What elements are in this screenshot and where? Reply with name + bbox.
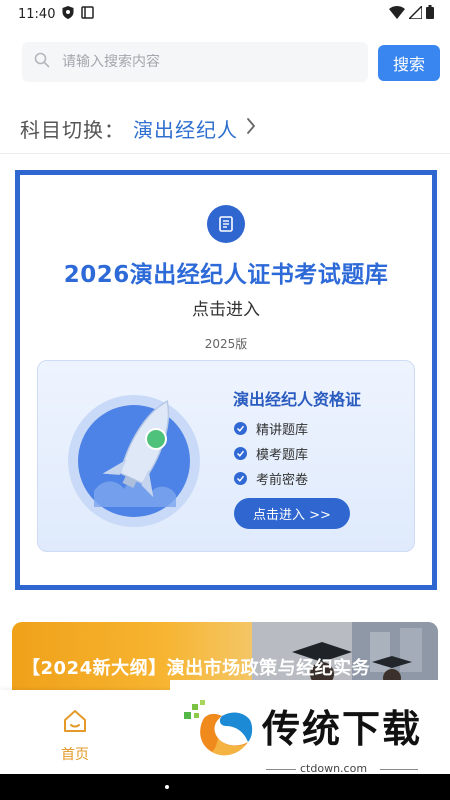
course-title: 【2024新大纲】演出市场政策与经纪实务 (22, 658, 371, 679)
enter-button[interactable]: 点击进入 >> (234, 498, 350, 529)
card-feature-item: 模考题库 (234, 441, 308, 466)
search-input[interactable] (62, 54, 322, 70)
watermark-brand: 传统下载 (262, 707, 423, 751)
question-bank-banner[interactable]: 2026演出经纪人证书考试题库 点击进入 2025版 演出经纪人资格证 精讲题库 (15, 170, 437, 590)
document-icon (207, 205, 245, 243)
tab-home-label: 首页 (61, 747, 89, 763)
shield-icon (62, 5, 74, 23)
search-icon (34, 52, 50, 72)
card-feature-list: 精讲题库 模考题库 考前密卷 (234, 416, 308, 491)
banner-title: 2026演出经纪人证书考试题库 (63, 262, 389, 288)
square-icon (81, 5, 95, 23)
wifi-icon (389, 5, 405, 23)
search-box[interactable] (22, 42, 368, 82)
search-bar: 搜索 (22, 42, 440, 82)
chevron-right-icon[interactable] (246, 116, 256, 140)
card-feature-label: 模考题库 (256, 448, 309, 463)
check-icon (234, 472, 247, 485)
status-time: 11:40 (18, 6, 56, 22)
divider (0, 153, 450, 154)
subject-switch[interactable]: 科目切换： 演出经纪人 (20, 108, 256, 148)
check-icon (234, 422, 247, 435)
card-feature-item: 考前密卷 (234, 466, 308, 491)
banner-subtitle[interactable]: 点击进入 (20, 295, 432, 320)
signal-icon (407, 3, 423, 23)
watermark-line (380, 769, 418, 770)
search-button[interactable]: 搜索 (378, 45, 440, 81)
system-nav-bar (0, 774, 450, 800)
tab-home[interactable]: 首页 (42, 708, 108, 763)
banner-version: 2025版 (204, 337, 248, 351)
subject-label: 科目切换： (20, 117, 125, 142)
card-feature-label: 精讲题库 (256, 423, 309, 438)
battery-icon (426, 5, 434, 23)
watermark-line (266, 769, 296, 770)
subject-value[interactable]: 演出经纪人 (133, 114, 238, 143)
home-icon (62, 708, 88, 738)
check-icon (234, 447, 247, 460)
card-feature-label: 考前密卷 (256, 473, 309, 488)
card-feature-item: 精讲题库 (234, 416, 308, 441)
watermark: 传统下载 ctdown.com (170, 680, 450, 775)
qualification-card[interactable]: 演出经纪人资格证 精讲题库 模考题库 考前密卷 点击进入 >> (37, 360, 415, 552)
status-bar: 11:40 (0, 0, 450, 28)
rocket-icon (68, 395, 200, 527)
card-title: 演出经纪人资格证 (233, 390, 362, 409)
nav-dot (165, 785, 169, 789)
brand-logo (184, 700, 253, 756)
